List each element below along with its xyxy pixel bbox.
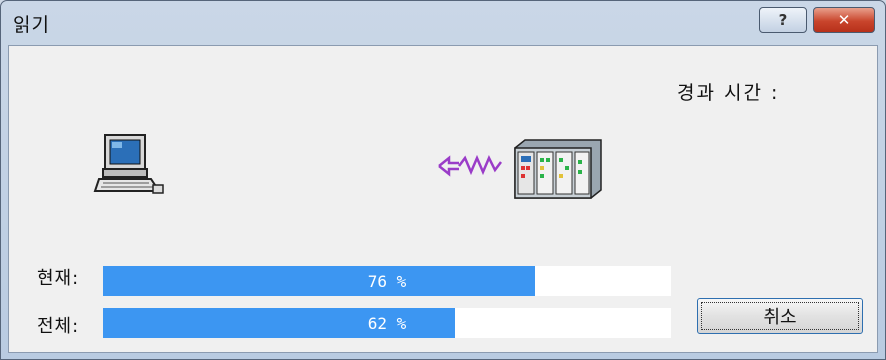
help-button[interactable]: ? bbox=[759, 7, 807, 33]
computer-icon bbox=[93, 134, 164, 194]
total-progress-percent: 62 % bbox=[367, 313, 407, 333]
current-progress-bar: 76 % bbox=[103, 266, 671, 296]
dialog-body: 경과 시간 : 현재: 76 % 전체: 62 % 취소 bbox=[8, 45, 878, 353]
current-progress-label: 현재: bbox=[37, 268, 80, 289]
cancel-button[interactable]: 취소 bbox=[697, 298, 863, 334]
current-progress-percent: 76 % bbox=[367, 271, 407, 291]
title-bar[interactable]: 읽기 ? ✕ bbox=[1, 1, 885, 45]
read-dialog: 읽기 ? ✕ 경과 시간 : 현재: 76 % 전체: 62 % 취소 bbox=[0, 0, 886, 360]
total-progress-bar: 62 % bbox=[103, 308, 671, 338]
plc-icon bbox=[438, 139, 602, 199]
total-progress-label: 전체: bbox=[37, 316, 80, 337]
close-button[interactable]: ✕ bbox=[813, 7, 875, 33]
window-title: 읽기 bbox=[13, 14, 50, 36]
elapsed-time-label: 경과 시간 : bbox=[677, 82, 780, 104]
help-icon: ? bbox=[778, 11, 788, 29]
focus-rect bbox=[701, 302, 859, 330]
transfer-arrow-icon bbox=[438, 154, 502, 177]
close-icon: ✕ bbox=[837, 11, 851, 29]
